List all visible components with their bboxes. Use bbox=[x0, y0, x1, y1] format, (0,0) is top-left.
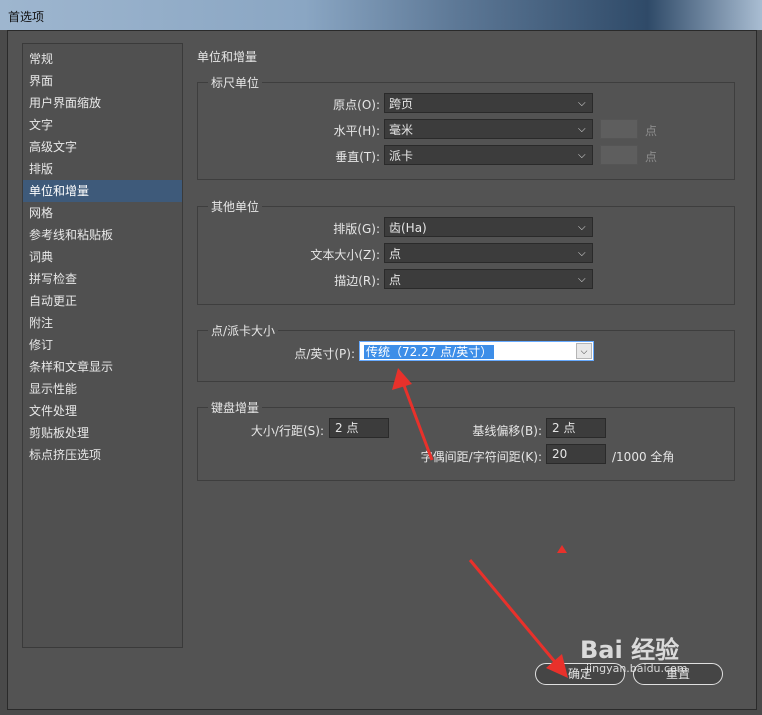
arrow-to-ppi bbox=[392, 368, 434, 461]
arrow-to-ok bbox=[468, 559, 568, 678]
annotation-arrows bbox=[392, 368, 568, 678]
triangle-mark bbox=[557, 545, 567, 553]
